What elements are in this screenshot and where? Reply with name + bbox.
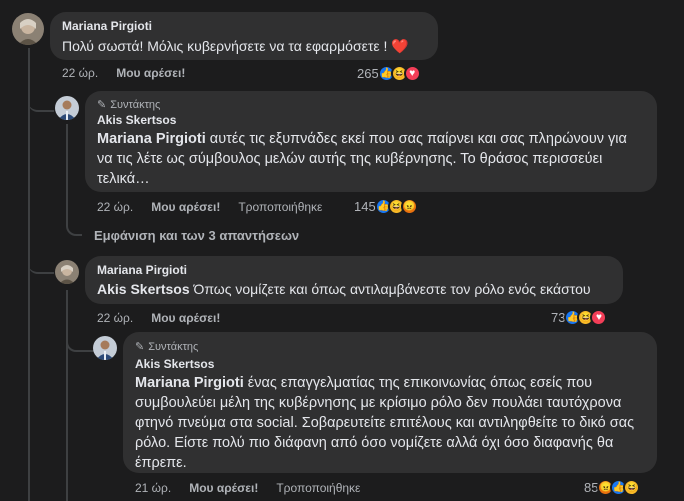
heart-icon: ♥	[403, 65, 421, 82]
thread-line	[28, 48, 30, 501]
avatar[interactable]	[93, 336, 117, 360]
mention-link[interactable]: Mariana Pirgioti	[97, 131, 206, 147]
like-button[interactable]: Μου αρέσει!	[189, 481, 258, 495]
comment-text: Mariana Pirgioti αυτές τις εξυπνάδες εκε…	[97, 131, 627, 187]
reaction-count: 145	[354, 199, 376, 214]
thread-line	[66, 290, 68, 501]
mention-link[interactable]: Mariana Pirgioti	[135, 375, 244, 391]
comment-time[interactable]: 22 ώρ.	[62, 66, 98, 80]
thread-branch	[28, 88, 54, 112]
comment-actions: 22 ώρ. Μου αρέσει! Τροποποιήθηκε	[97, 200, 340, 214]
edited-label[interactable]: Τροποποιήθηκε	[238, 200, 322, 214]
angry-emoji-icon: 😠	[400, 198, 418, 215]
comment-author[interactable]: Mariana Pirgioti	[97, 263, 187, 277]
comment-author[interactable]: Akis Skertsos	[97, 113, 176, 127]
comment-time[interactable]: 22 ώρ.	[97, 311, 133, 325]
thread-branch	[28, 250, 54, 274]
heart-icon: ♥	[590, 309, 608, 326]
comment-time[interactable]: 22 ώρ.	[97, 200, 133, 214]
pencil-icon: ✎	[97, 99, 107, 111]
reaction-summary[interactable]: 73 👍 😆 ♥	[551, 309, 608, 326]
reaction-count: 265	[357, 66, 379, 81]
reaction-summary[interactable]: 85 😠 👍 😆	[584, 479, 641, 496]
laughing-emoji-icon: 😆	[623, 479, 641, 496]
mention-link[interactable]: Akis Skertsos	[97, 281, 190, 297]
pencil-icon: ✎	[135, 341, 145, 353]
comment-author[interactable]: Mariana Pirgioti	[62, 19, 152, 33]
thread-branch	[66, 218, 82, 236]
thread-line	[66, 124, 68, 224]
edited-label[interactable]: Τροποποιήθηκε	[276, 481, 360, 495]
like-button[interactable]: Μου αρέσει!	[151, 311, 220, 325]
comment-actions: 21 ώρ. Μου αρέσει! Τροποποιήθηκε	[135, 481, 378, 495]
like-button[interactable]: Μου αρέσει!	[116, 66, 185, 80]
reaction-count: 73	[551, 310, 566, 325]
comment-author[interactable]: Akis Skertsos	[135, 357, 214, 371]
avatar[interactable]	[55, 96, 79, 120]
avatar[interactable]	[12, 13, 44, 45]
comment-text: Akis Skertsos Όπως νομίζετε και όπως αντ…	[97, 281, 591, 297]
comment-time[interactable]: 21 ώρ.	[135, 481, 171, 495]
comment-text: Πολύ σωστά! Μόλις κυβερνήσετε να τα εφαρ…	[62, 38, 409, 54]
author-badge: ✎ Συντάκτης	[97, 98, 161, 112]
comment-actions: 22 ώρ. Μου αρέσει!	[97, 311, 238, 325]
view-more-replies-link[interactable]: Εμφάνιση και των 3 απαντήσεων	[94, 228, 299, 243]
thread-branch	[66, 330, 94, 352]
reaction-summary[interactable]: 145 👍 😆 😠	[354, 198, 418, 215]
comment-actions: 22 ώρ. Μου αρέσει!	[62, 66, 203, 80]
like-button[interactable]: Μου αρέσει!	[151, 200, 220, 214]
comment-text: Mariana Pirgioti ένας επαγγελματίας της …	[135, 375, 635, 471]
author-badge: ✎ Συντάκτης	[135, 340, 199, 354]
reaction-count: 85	[584, 480, 599, 495]
reaction-summary[interactable]: 265 👍 😆 ♥	[357, 65, 421, 82]
avatar[interactable]	[55, 260, 79, 284]
